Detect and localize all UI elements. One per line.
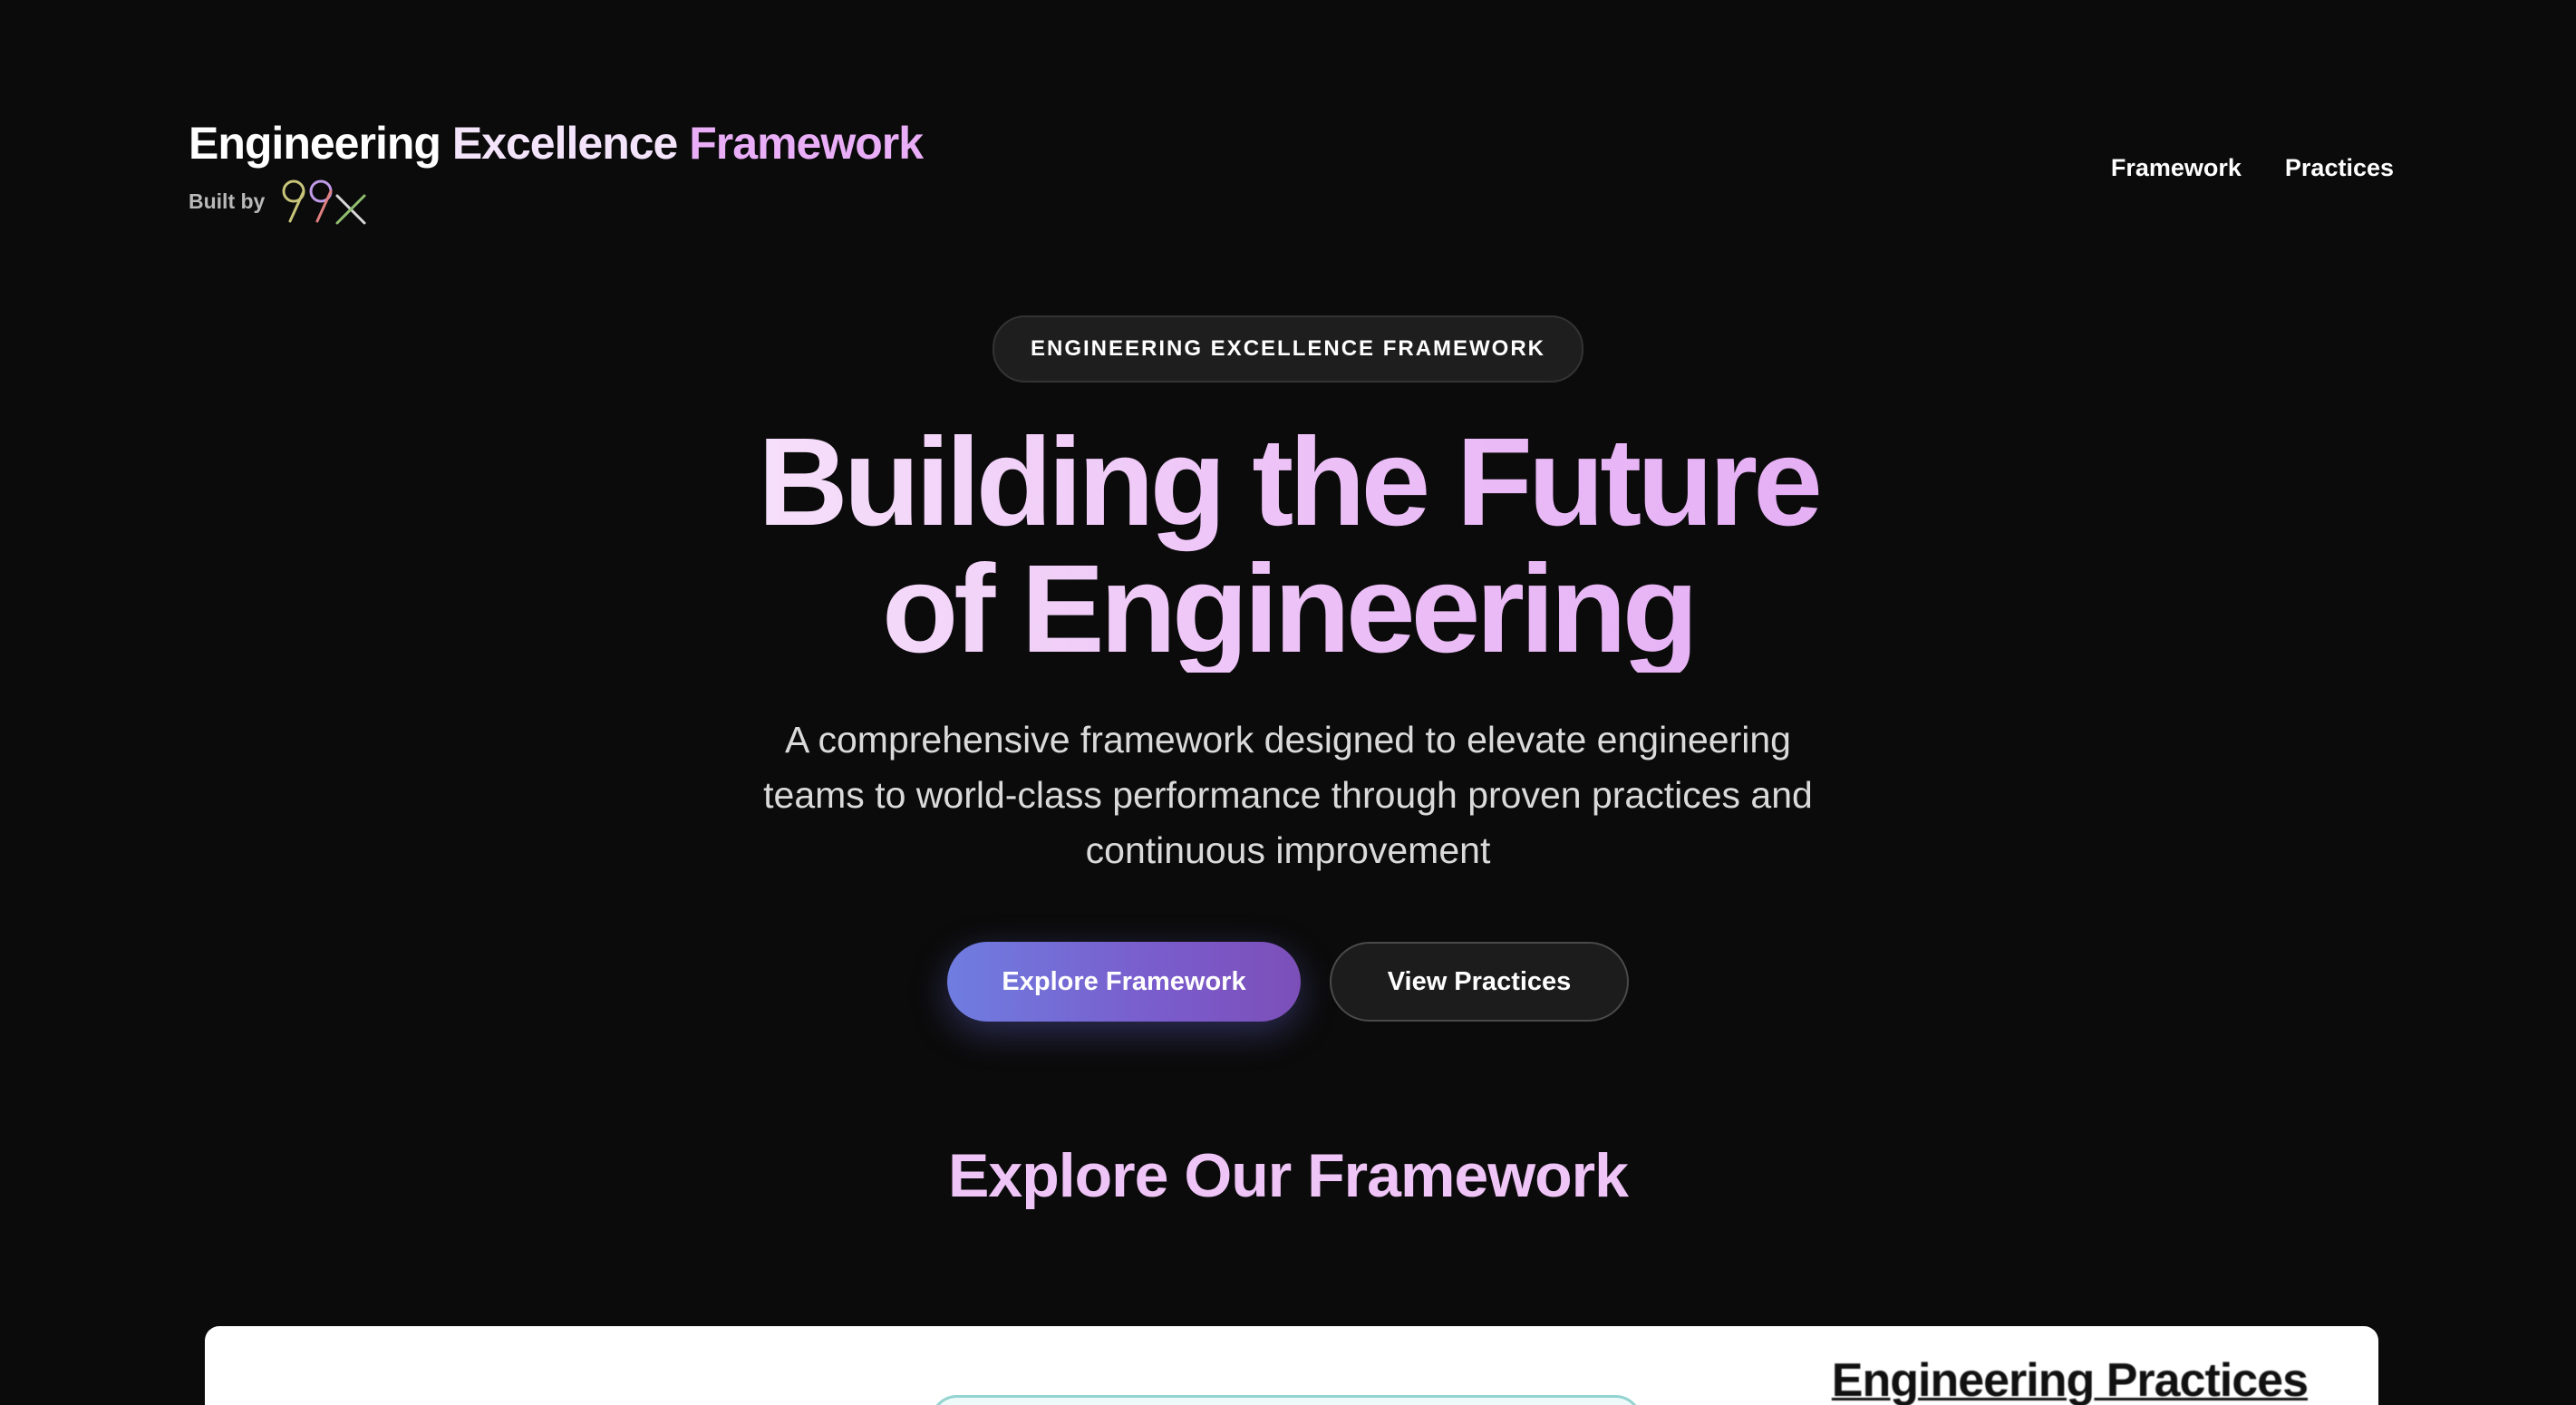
preview-heading: Engineering Practices (1831, 1354, 2309, 1405)
framework-preview-card[interactable]: Engineering Practices (205, 1326, 2378, 1405)
page: Engineering Excellence Framework Built b… (0, 0, 2576, 1405)
hero-title-line-2: of Engineering (882, 539, 1694, 679)
nav-link-practices[interactable]: Practices (2285, 154, 2394, 182)
hero-title: Building the Future of Engineering (699, 419, 1877, 673)
preview-diagram-box (930, 1395, 1642, 1405)
brand-title-word-1: Engineering (189, 118, 441, 169)
hero-badge: ENGINEERING EXCELLENCE FRAMEWORK (992, 315, 1584, 383)
brand-title-word-2: Excellence (451, 118, 679, 169)
built-by: Built by (189, 178, 923, 225)
brand[interactable]: Engineering Excellence Framework Built b… (189, 114, 924, 225)
explore-framework-button[interactable]: Explore Framework (947, 942, 1301, 1022)
explore-section-title: Explore Our Framework (948, 1141, 1629, 1210)
view-practices-button[interactable]: View Practices (1330, 942, 1629, 1022)
cta-row: Explore Framework View Practices (0, 942, 2576, 1022)
top-nav: Framework Practices (2111, 154, 2394, 182)
hero-section: ENGINEERING EXCELLENCE FRAMEWORK Buildin… (0, 315, 2576, 1022)
brand-title-word-3: Framework (689, 118, 924, 169)
99x-logo (282, 179, 366, 225)
built-by-label: Built by (189, 189, 266, 213)
hero-subtitle: A comprehensive framework designed to el… (763, 719, 1813, 871)
hero-title-line-1: Building the Future (758, 412, 1818, 552)
brand-title: Engineering Excellence Framework (189, 114, 924, 172)
nav-link-framework[interactable]: Framework (2111, 154, 2242, 182)
